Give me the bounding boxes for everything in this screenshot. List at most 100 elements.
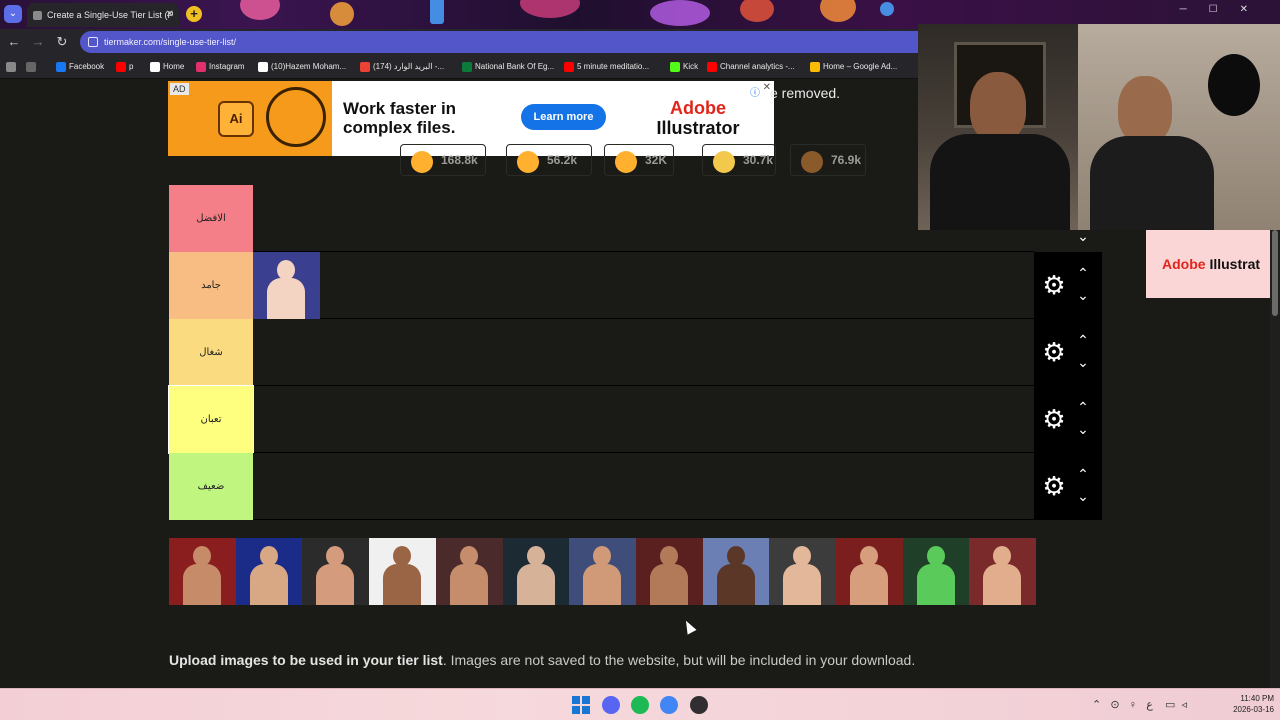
- pool-item-randy-orton[interactable]: [169, 538, 236, 605]
- streamer-right-body: [1090, 136, 1214, 230]
- reaction-3[interactable]: 30.7k: [702, 144, 776, 176]
- chevron-up-icon[interactable]: ⌃: [1074, 266, 1092, 280]
- chevron-down-icon[interactable]: ⌄: [1074, 355, 1092, 369]
- pool-item-big-show[interactable]: [435, 538, 503, 605]
- tier-items[interactable]: [253, 185, 1034, 252]
- display-icon[interactable]: ▭: [1165, 699, 1175, 711]
- chrome-icon[interactable]: [660, 696, 678, 714]
- reaction-count: 76.9k: [831, 153, 862, 167]
- pool-item-triple-h[interactable]: [302, 538, 370, 605]
- spotify-icon[interactable]: [631, 696, 649, 714]
- reaction-1[interactable]: 56.2k: [506, 144, 592, 176]
- volume-icon[interactable]: ◃: [1182, 699, 1188, 711]
- scroll-thumb[interactable]: [1272, 230, 1278, 316]
- tier-label[interactable]: تعبان: [168, 385, 254, 454]
- pool-item-the-rock[interactable]: [369, 538, 437, 605]
- bookmark-5[interactable]: (174) البريد الوارد -...: [360, 61, 444, 73]
- reaction-0[interactable]: 168.8k: [400, 144, 486, 176]
- bookmark-1[interactable]: p: [116, 61, 133, 73]
- grid-icon[interactable]: [26, 61, 36, 73]
- bookmark-label: Facebook: [69, 62, 105, 71]
- reaction-4[interactable]: 76.9k: [790, 144, 866, 176]
- reaction-count: 56.2k: [547, 153, 578, 167]
- bookmark-0[interactable]: Facebook: [56, 61, 104, 73]
- tier-items[interactable]: [253, 319, 1034, 386]
- forward-arrow-icon[interactable]: →: [30, 34, 46, 50]
- reload-icon[interactable]: ↻: [54, 34, 70, 50]
- chevron-up-icon[interactable]: ⌃: [1092, 699, 1101, 711]
- chevron-down-icon[interactable]: ⌄: [1074, 489, 1092, 503]
- new-tab-button[interactable]: +: [186, 6, 202, 22]
- bookmark-4[interactable]: (10)Hazem Moham...: [258, 61, 346, 73]
- start-icon[interactable]: [572, 696, 590, 714]
- poop-emoji-icon: [801, 151, 823, 173]
- chevron-down-icon[interactable]: ⌄: [1074, 229, 1092, 243]
- wrestler-head: [459, 546, 478, 566]
- tier-label-text: شغال: [199, 347, 223, 358]
- tier-label[interactable]: الافضل: [169, 185, 253, 252]
- tier-label[interactable]: ضعيف: [169, 453, 253, 520]
- streamer-left-body: [930, 134, 1070, 230]
- bookmark-label: National Bank Of Eg...: [475, 62, 555, 71]
- tier-controls: ⚙ ⌃ ⌄: [1034, 453, 1102, 520]
- bookmark-9[interactable]: Channel analytics -...: [707, 61, 795, 73]
- pool-item-rey-mysterio[interactable]: [902, 538, 970, 605]
- system-tray[interactable]: ⌃ ⊙ ♀ ع ▭ ◃: [1092, 698, 1187, 711]
- tab-search-button[interactable]: ⌄: [4, 5, 22, 23]
- learn-more-button[interactable]: Learn more: [521, 104, 606, 130]
- wrestler-head: [277, 260, 295, 280]
- bookmark-7[interactable]: 5 minute meditatio...: [564, 61, 649, 73]
- microphone-icon[interactable]: ♀: [1129, 699, 1137, 711]
- pool-item-undertaker[interactable]: [502, 538, 570, 605]
- chevron-up-icon[interactable]: ⌃: [1074, 400, 1092, 414]
- discord-icon[interactable]: [602, 696, 620, 714]
- obs-icon[interactable]: [690, 696, 708, 714]
- tier-label[interactable]: شغال: [169, 319, 253, 386]
- ad-info-icon[interactable]: ⓘ: [750, 84, 760, 99]
- wrestler-head: [860, 546, 878, 566]
- active-tab[interactable]: Create a Single-Use Tier List (P ✕: [27, 3, 179, 27]
- gmail-icon: [360, 62, 370, 72]
- chevron-up-icon[interactable]: ⌃: [1074, 333, 1092, 347]
- bookmark-2[interactable]: Home: [150, 61, 184, 73]
- gear-icon[interactable]: ⚙: [1041, 406, 1067, 432]
- pool-item-mark-henry[interactable]: [702, 538, 770, 605]
- pool-item-kane[interactable]: [635, 538, 703, 605]
- site-info-icon[interactable]: [88, 37, 98, 47]
- pool-item-shawn-michaels[interactable]: [569, 538, 637, 605]
- brand-line-2: Illustrator: [656, 118, 740, 138]
- bookmark-10[interactable]: Home – Google Ad...: [810, 61, 897, 73]
- tier-items[interactable]: [253, 252, 1034, 319]
- chevron-down-icon[interactable]: ⌄: [1074, 288, 1092, 302]
- clock[interactable]: 11:40 PM 2026-03-16: [1222, 693, 1274, 715]
- tier-items[interactable]: [253, 386, 1034, 453]
- gear-icon[interactable]: ⚙: [1041, 473, 1067, 499]
- chevron-up-icon[interactable]: ⌃: [1074, 467, 1092, 481]
- tier-label[interactable]: جامد: [169, 252, 253, 319]
- apps-icon[interactable]: [6, 61, 16, 73]
- wrestler-head: [393, 546, 412, 566]
- pool-item-john-cena[interactable]: [836, 538, 903, 605]
- pool-item-edge[interactable]: [969, 538, 1037, 605]
- reaction-2[interactable]: 32K: [604, 144, 674, 176]
- gear-icon[interactable]: ⚙: [1041, 272, 1067, 298]
- bookmark-3[interactable]: Instagram: [196, 61, 245, 73]
- bookmark-8[interactable]: Kick: [670, 61, 698, 73]
- chevron-down-icon[interactable]: ⌄: [1074, 422, 1092, 436]
- pool-item-aj-styles[interactable]: [235, 538, 303, 605]
- tier-items[interactable]: [253, 453, 1034, 520]
- wrestler-body: [716, 564, 755, 605]
- language-indicator[interactable]: ع: [1146, 699, 1153, 711]
- close-tab-icon[interactable]: ✕: [166, 3, 174, 27]
- network-icon[interactable]: ⊙: [1110, 699, 1119, 711]
- bookmark-6[interactable]: National Bank Of Eg...: [462, 61, 554, 73]
- pool-item-brock-lesnar[interactable]: [769, 538, 837, 605]
- tier-row: جامد ⚙ ⌃ ⌄: [169, 252, 1102, 319]
- gear-icon[interactable]: ⚙: [1041, 339, 1067, 365]
- tier-item-sheamus[interactable]: [253, 252, 320, 319]
- side-ad[interactable]: Adobe Illustrat: [1146, 230, 1272, 298]
- wrestler-body: [183, 564, 221, 605]
- window-controls[interactable]: ─☐✕: [1180, 4, 1270, 15]
- back-arrow-icon[interactable]: ←: [6, 34, 22, 50]
- rofl-emoji-icon: [615, 151, 637, 173]
